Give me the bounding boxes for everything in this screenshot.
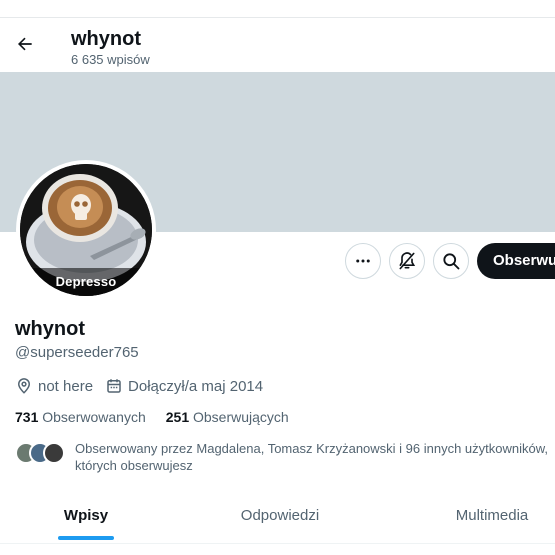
- followed-by-line: Obserwowany przez Magdalena, Tomasz Krzy…: [75, 441, 549, 456]
- profile-handle: @superseeder765: [15, 344, 139, 361]
- back-button[interactable]: [8, 27, 42, 61]
- following-count: 731: [15, 409, 39, 425]
- post-count: 6 635 wpisów: [71, 52, 150, 67]
- tab-posts[interactable]: Wpisy: [58, 494, 114, 542]
- notification-off-icon: [397, 251, 417, 271]
- followed-by-text: Obserwowany przez Magdalena, Tomasz Krzy…: [75, 440, 548, 474]
- location-icon: [15, 377, 33, 395]
- search-icon: [441, 251, 461, 271]
- followed-by-link[interactable]: Obserwowany przez Magdalena, Tomasz Krzy…: [15, 440, 555, 474]
- followers-you-know-avatars: [15, 442, 71, 464]
- active-tab-indicator: [58, 536, 114, 540]
- profile-meta: not here Dołączył/a maj 2014: [15, 376, 275, 396]
- notifications-button[interactable]: [389, 243, 425, 279]
- profile-name: whynot: [15, 318, 85, 340]
- more-button[interactable]: [345, 243, 381, 279]
- location-item: not here: [15, 377, 93, 395]
- search-button[interactable]: [433, 243, 469, 279]
- joined-item: Dołączył/a maj 2014: [105, 377, 263, 395]
- tab-media[interactable]: Multimedia: [441, 494, 543, 542]
- tabs-divider: [0, 543, 555, 544]
- header-title: whynot: [71, 28, 141, 50]
- arrow-left-icon: [15, 34, 35, 54]
- follow-button[interactable]: Obserwuj: [477, 243, 555, 279]
- following-label: Obserwowanych: [42, 409, 146, 425]
- location-text: not here: [38, 377, 94, 395]
- calendar-icon: [105, 377, 123, 395]
- following-link[interactable]: 731 Obserwowanych: [15, 409, 146, 425]
- top-border: [0, 0, 555, 18]
- followers-link[interactable]: 251 Obserwujących: [166, 409, 289, 425]
- followed-by-line: których obserwujesz: [75, 458, 193, 473]
- profile-tabs: Wpisy Odpowiedzi Multimedia: [0, 494, 555, 542]
- avatar: [43, 442, 65, 464]
- tab-replies[interactable]: Odpowiedzi: [226, 494, 334, 542]
- profile-actions: Obserwuj: [0, 243, 555, 281]
- more-icon: [354, 252, 372, 270]
- followers-label: Obserwujących: [193, 409, 289, 425]
- followers-count: 251: [165, 409, 190, 425]
- follow-stats: 731 Obserwowanych 251 Obserwujących: [15, 409, 309, 425]
- joined-text: Dołączył/a maj 2014: [128, 377, 264, 395]
- profile-header: whynot 6 635 wpisów: [0, 18, 555, 72]
